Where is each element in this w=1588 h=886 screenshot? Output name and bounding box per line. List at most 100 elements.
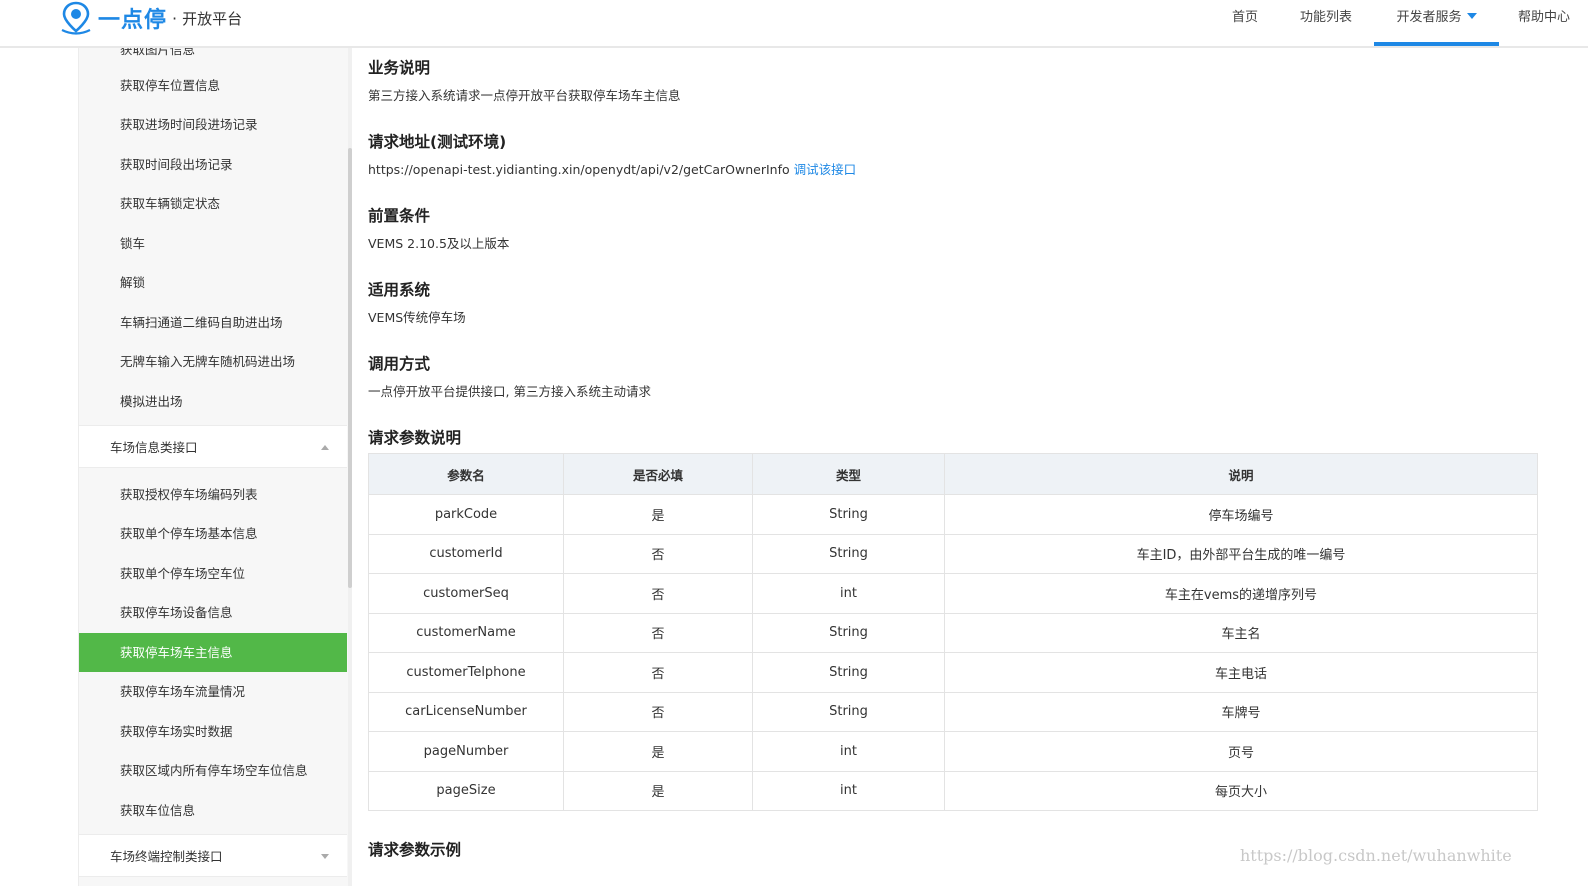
table-header: 类型 xyxy=(752,453,945,495)
sidebar-scrollbar[interactable] xyxy=(348,48,352,886)
sidebar-item[interactable]: 无牌车输入无牌车随机码进出场 xyxy=(79,342,347,381)
table-cell: 车牌号 xyxy=(944,691,1538,732)
table-cell: customerTelphone xyxy=(368,652,564,693)
table-cell: 否 xyxy=(563,652,753,693)
table-cell: 是 xyxy=(563,770,753,811)
brand-name: 一点停 xyxy=(98,8,168,33)
params-table: 参数名 是否必填 类型 说明 parkCode 是 String 停车场编号 c… xyxy=(368,453,1538,811)
table-cell: 否 xyxy=(563,533,753,574)
table-cell: 每页大小 xyxy=(944,770,1538,811)
logo[interactable]: 一点停 · 开放平台 xyxy=(58,0,242,36)
section-text: VEMS 2.10.5及以上版本 xyxy=(368,236,510,251)
table-header-row: 参数名 是否必填 类型 说明 xyxy=(368,453,1538,495)
section-title: 请求参数说明 xyxy=(368,429,462,447)
section-title: 业务说明 xyxy=(368,59,431,77)
sidebar-item[interactable]: 获取车位信息 xyxy=(79,791,347,830)
scrollbar-thumb[interactable] xyxy=(348,148,352,588)
sidebar-item[interactable]: 获取车辆锁定状态 xyxy=(79,184,347,223)
section-text: VEMS传统停车场 xyxy=(368,310,466,325)
table-row: customerName 否 String 车主名 xyxy=(368,612,1538,653)
table-cell: parkCode xyxy=(368,494,564,535)
sidebar-item[interactable]: 获取单个停车场基本信息 xyxy=(79,514,347,553)
table-cell: String xyxy=(752,533,945,574)
table-row: parkCode 是 String 停车场编号 xyxy=(368,494,1538,535)
table-cell: String xyxy=(752,494,945,535)
sidebar-group-park-info[interactable]: 车场信息类接口 xyxy=(79,425,347,468)
section-title: 调用方式 xyxy=(368,355,431,373)
sidebar-item[interactable]: 模拟进出场 xyxy=(79,382,347,421)
sidebar-item[interactable]: 获取停车场设备信息 xyxy=(79,593,347,632)
table-cell: String xyxy=(752,612,945,653)
sidebar-item[interactable]: 获取单个停车场空车位 xyxy=(79,554,347,593)
table-row: customerTelphone 否 String 车主电话 xyxy=(368,652,1538,693)
sidebar-group-label: 车场终端控制类接口 xyxy=(110,849,223,864)
table-cell: 是 xyxy=(563,731,753,772)
table-cell: customerName xyxy=(368,612,564,653)
nav-help-center[interactable]: 帮助中心 xyxy=(1512,0,1588,46)
table-cell: 否 xyxy=(563,612,753,653)
table-row: carLicenseNumber 否 String 车牌号 xyxy=(368,691,1538,732)
sidebar-item[interactable]: 获取时间段出场记录 xyxy=(79,145,347,184)
nav-developer-services[interactable]: 开发者服务 xyxy=(1374,0,1499,46)
table-cell: 停车场编号 xyxy=(944,494,1538,535)
table-row: customerId 否 String 车主ID，由外部平台生成的唯一编号 xyxy=(368,533,1538,574)
table-cell: int xyxy=(752,731,945,772)
table-cell: int xyxy=(752,770,945,811)
table-header: 参数名 xyxy=(368,453,564,495)
location-pin-logo-icon xyxy=(61,1,91,35)
table-row: pageNumber 是 int 页号 xyxy=(368,731,1538,772)
nav-home[interactable]: 首页 xyxy=(1218,0,1272,46)
table-cell: String xyxy=(752,691,945,732)
table-cell: customerSeq xyxy=(368,573,564,614)
table-cell: 车主在vems的递增序列号 xyxy=(944,573,1538,614)
sidebar-item[interactable]: 获取停车位置信息 xyxy=(79,66,347,105)
table-header: 说明 xyxy=(944,453,1538,495)
sidebar-group-label: 车场信息类接口 xyxy=(110,440,198,455)
sidebar-item-active[interactable]: 获取停车场车主信息 xyxy=(79,633,347,672)
request-url-text: https://openapi-test.yidianting.xin/open… xyxy=(368,162,790,177)
table-cell: customerId xyxy=(368,533,564,574)
table-row: customerSeq 否 int 车主在vems的递增序列号 xyxy=(368,573,1538,614)
section-title: 请求参数示例 xyxy=(368,841,462,859)
sidebar-item[interactable]: 车辆扫通道二维码自助进出场 xyxy=(79,303,347,342)
request-url: https://openapi-test.yidianting.xin/open… xyxy=(368,159,856,178)
sidebar-item[interactable]: 获取停车场车流量情况 xyxy=(79,672,347,711)
table-row: pageSize 是 int 每页大小 xyxy=(368,770,1538,811)
table-cell: 否 xyxy=(563,691,753,732)
sidebar-item[interactable]: 解锁 xyxy=(79,263,347,302)
table-cell: 页号 xyxy=(944,731,1538,772)
brand-dot: · xyxy=(172,8,178,28)
sidebar-item[interactable]: 锁车 xyxy=(79,224,347,263)
table-header: 是否必填 xyxy=(563,453,753,495)
section-title: 适用系统 xyxy=(368,281,431,299)
sidebar-item[interactable]: 获取停车场实时数据 xyxy=(79,712,347,751)
sidebar: 获取图片信息 获取停车位置信息 获取进场时间段进场记录 获取时间段出场记录 获取… xyxy=(78,48,348,886)
section-title: 请求地址(测试环境) xyxy=(368,133,507,151)
top-header: 一点停 · 开放平台 首页 功能列表 开发者服务 帮助中心 xyxy=(0,0,1588,48)
table-cell: 车主名 xyxy=(944,612,1538,653)
watermark-text: https://blog.csdn.net/wuhanwhite xyxy=(1240,846,1512,865)
table-cell: 车主ID，由外部平台生成的唯一编号 xyxy=(944,533,1538,574)
table-cell: 是 xyxy=(563,494,753,535)
section-text: 第三方接入系统请求一点停开放平台获取停车场车主信息 xyxy=(368,88,681,103)
sidebar-group-terminal-control[interactable]: 车场终端控制类接口 xyxy=(79,834,347,877)
collapse-up-icon xyxy=(321,445,329,450)
expand-down-icon xyxy=(321,854,329,859)
table-cell: String xyxy=(752,652,945,693)
table-cell: 车主电话 xyxy=(944,652,1538,693)
nav-developer-services-label: 开发者服务 xyxy=(1396,10,1462,25)
sidebar-item[interactable]: 获取授权停车场编码列表 xyxy=(79,475,347,514)
section-title: 前置条件 xyxy=(368,207,431,225)
brand-subtitle: 开放平台 xyxy=(182,9,243,28)
table-cell: 否 xyxy=(563,573,753,614)
table-cell: pageNumber xyxy=(368,731,564,772)
table-cell: pageSize xyxy=(368,770,564,811)
table-cell: int xyxy=(752,573,945,614)
chevron-down-icon xyxy=(1466,13,1477,19)
sidebar-item[interactable]: 获取进场时间段进场记录 xyxy=(79,105,347,144)
sidebar-item[interactable]: 获取区域内所有停车场空车位信息 xyxy=(79,751,347,790)
table-cell: carLicenseNumber xyxy=(368,691,564,732)
section-text: 一点停开放平台提供接口, 第三方接入系统主动请求 xyxy=(368,384,651,399)
nav-features[interactable]: 功能列表 xyxy=(1292,0,1360,46)
debug-api-link[interactable]: 调试该接口 xyxy=(794,162,857,177)
